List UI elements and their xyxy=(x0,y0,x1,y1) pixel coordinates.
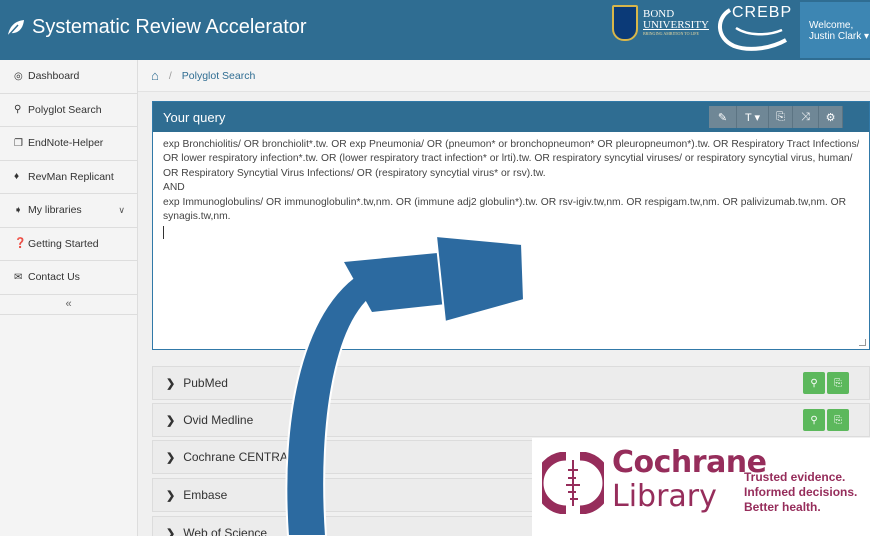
chevron-right-icon: ❯ xyxy=(166,451,176,464)
query-line: exp Immunoglobulins/ OR immunoglobulin*.… xyxy=(163,196,847,208)
text-format-dropdown[interactable]: T ▾ xyxy=(737,106,769,128)
leaf-icon xyxy=(7,19,24,37)
shuffle-icon: ⤨ xyxy=(801,110,810,123)
resize-handle[interactable] xyxy=(859,339,866,346)
clear-button[interactable]: ✎ xyxy=(709,106,737,128)
gear-icon: ⚙ xyxy=(825,111,836,124)
tagline-line: Informed decisions. xyxy=(744,485,858,499)
crebp-logo: CREBP xyxy=(712,2,792,54)
shuffle-button[interactable]: ⤨ xyxy=(793,106,819,128)
copy-ovid-button[interactable]: ⎘ xyxy=(827,409,849,431)
chevron-right-icon: ❯ xyxy=(166,414,176,427)
query-line: AND xyxy=(163,182,185,194)
chevron-down-icon: ∨ xyxy=(118,204,125,215)
chevron-right-icon: ❯ xyxy=(166,377,176,390)
top-bar: Systematic Review Accelerator BOND UNIVE… xyxy=(0,0,870,60)
tags-icon: ➧ xyxy=(14,204,23,216)
tagline-line: Trusted evidence. xyxy=(744,470,846,484)
query-line: OR lower respiratory infection*.tw. OR (… xyxy=(163,153,853,165)
user-name: Justin Clark xyxy=(809,31,862,42)
copy-pubmed-button[interactable]: ⎘ xyxy=(827,372,849,394)
query-line: synagis.tw,nm. xyxy=(163,211,231,223)
user-menu[interactable]: Welcome, Justin Clark ▾ xyxy=(800,2,870,58)
sidebar-item-polyglot-search[interactable]: ⚲ Polyglot Search xyxy=(0,94,137,127)
envelope-icon: ✉ xyxy=(14,271,23,283)
search-icon: ⚲ xyxy=(810,414,818,426)
sidebar-item-dashboard[interactable]: ◎ Dashboard xyxy=(0,60,137,94)
search-icon: ⚲ xyxy=(810,377,818,389)
query-panel-header: Your query ✎ T ▾ ⎘ ⤨ ⚙ xyxy=(153,102,869,132)
breadcrumb-separator: / xyxy=(168,69,172,82)
tagline-line: Better health. xyxy=(744,500,821,514)
sidebar-item-my-libraries[interactable]: ➧ My libraries ∨ xyxy=(0,194,137,228)
sidebar-item-revman-replicant[interactable]: ♦ RevMan Replicant xyxy=(0,161,137,194)
clone-icon: ❐ xyxy=(14,137,23,149)
copy-button[interactable]: ⎘ xyxy=(769,106,793,128)
database-name: Embase xyxy=(183,488,228,502)
search-icon: ⚲ xyxy=(14,104,22,116)
app-title: Systematic Review Accelerator xyxy=(32,16,307,38)
pin-icon: ♦ xyxy=(14,171,20,183)
sidebar-item-label: Polyglot Search xyxy=(28,103,102,116)
bond-tagline: BRINGING AMBITION TO LIFE xyxy=(643,31,699,36)
breadcrumb-current[interactable]: Polyglot Search xyxy=(182,70,256,82)
chevron-right-icon: ❯ xyxy=(166,527,176,536)
database-name: Ovid Medline xyxy=(183,413,254,427)
text-cursor xyxy=(163,226,164,240)
search-ovid-button[interactable]: ⚲ xyxy=(803,409,825,431)
sidebar-item-label: My libraries xyxy=(28,204,82,217)
settings-button[interactable]: ⚙ xyxy=(819,106,843,128)
sidebar-item-label: Contact Us xyxy=(28,271,80,284)
copy-icon: ⎘ xyxy=(776,110,785,123)
crebp-text: CREBP xyxy=(732,4,793,21)
cochrane-tagline: Trusted evidence. Informed decisions. Be… xyxy=(744,470,857,515)
search-pubmed-button[interactable]: ⚲ xyxy=(803,372,825,394)
query-textarea[interactable]: exp Bronchiolitis/ OR bronchiolit*.tw. O… xyxy=(153,132,869,224)
database-row-pubmed[interactable]: ❯ PubMed ⚲ ⎘ xyxy=(152,366,870,400)
database-name: Cochrane CENTRAL xyxy=(183,450,295,464)
sidebar-item-label: Getting Started xyxy=(28,237,99,250)
home-icon[interactable]: ⌂ xyxy=(151,68,159,83)
query-panel: Your query ✎ T ▾ ⎘ ⤨ ⚙ exp Bronchiolitis… xyxy=(152,101,870,350)
sidebar-item-getting-started[interactable]: ❓ Getting Started xyxy=(0,228,137,261)
database-row-ovid-medline[interactable]: ❯ Ovid Medline ⚲ ⎘ xyxy=(152,403,870,437)
sidebar-collapse-toggle[interactable]: « xyxy=(0,295,137,315)
sidebar-item-label: Dashboard xyxy=(28,70,80,83)
cochrane-subtitle: Library xyxy=(612,479,717,514)
bond-shield-icon xyxy=(612,5,638,41)
breadcrumb: ⌂ / Polyglot Search xyxy=(138,60,870,92)
welcome-label: Welcome, xyxy=(809,20,854,31)
sidebar-item-label: RevMan Replicant xyxy=(28,170,114,183)
dashboard-icon: ◎ xyxy=(14,70,23,82)
eraser-icon: ✎ xyxy=(717,111,728,124)
query-line: OR Respiratory Syncytial Virus Infection… xyxy=(163,167,546,179)
sidebar-item-endnote-helper[interactable]: ❐ EndNote-Helper xyxy=(0,127,137,161)
question-icon: ❓ xyxy=(14,238,27,250)
cochrane-library-logo: Cochrane Library Trusted evidence. Infor… xyxy=(532,438,870,536)
text-height-icon: T ▾ xyxy=(744,111,761,124)
chevron-right-icon: ❯ xyxy=(166,489,176,502)
query-line: exp Bronchiolitis/ OR bronchiolit*.tw. O… xyxy=(163,139,859,150)
sidebar: ◎ Dashboard ⚲ Polyglot Search ❐ EndNote-… xyxy=(0,60,138,536)
sidebar-item-contact-us[interactable]: ✉ Contact Us xyxy=(0,261,137,295)
caret-down-icon: ▾ xyxy=(864,31,870,42)
database-name: Web of Science xyxy=(183,526,268,536)
copy-icon: ⎘ xyxy=(834,377,842,389)
database-name: PubMed xyxy=(183,376,228,390)
app-brand[interactable]: Systematic Review Accelerator xyxy=(6,16,307,39)
bond-university-logo: BOND UNIVERSITY BRINGING AMBITION TO LIF… xyxy=(612,5,709,41)
cochrane-logo-icon xyxy=(542,452,604,514)
bond-sub: UNIVERSITY xyxy=(643,19,709,31)
copy-icon: ⎘ xyxy=(834,414,842,426)
sidebar-item-label: EndNote-Helper xyxy=(28,137,104,150)
query-panel-title: Your query xyxy=(163,109,226,125)
